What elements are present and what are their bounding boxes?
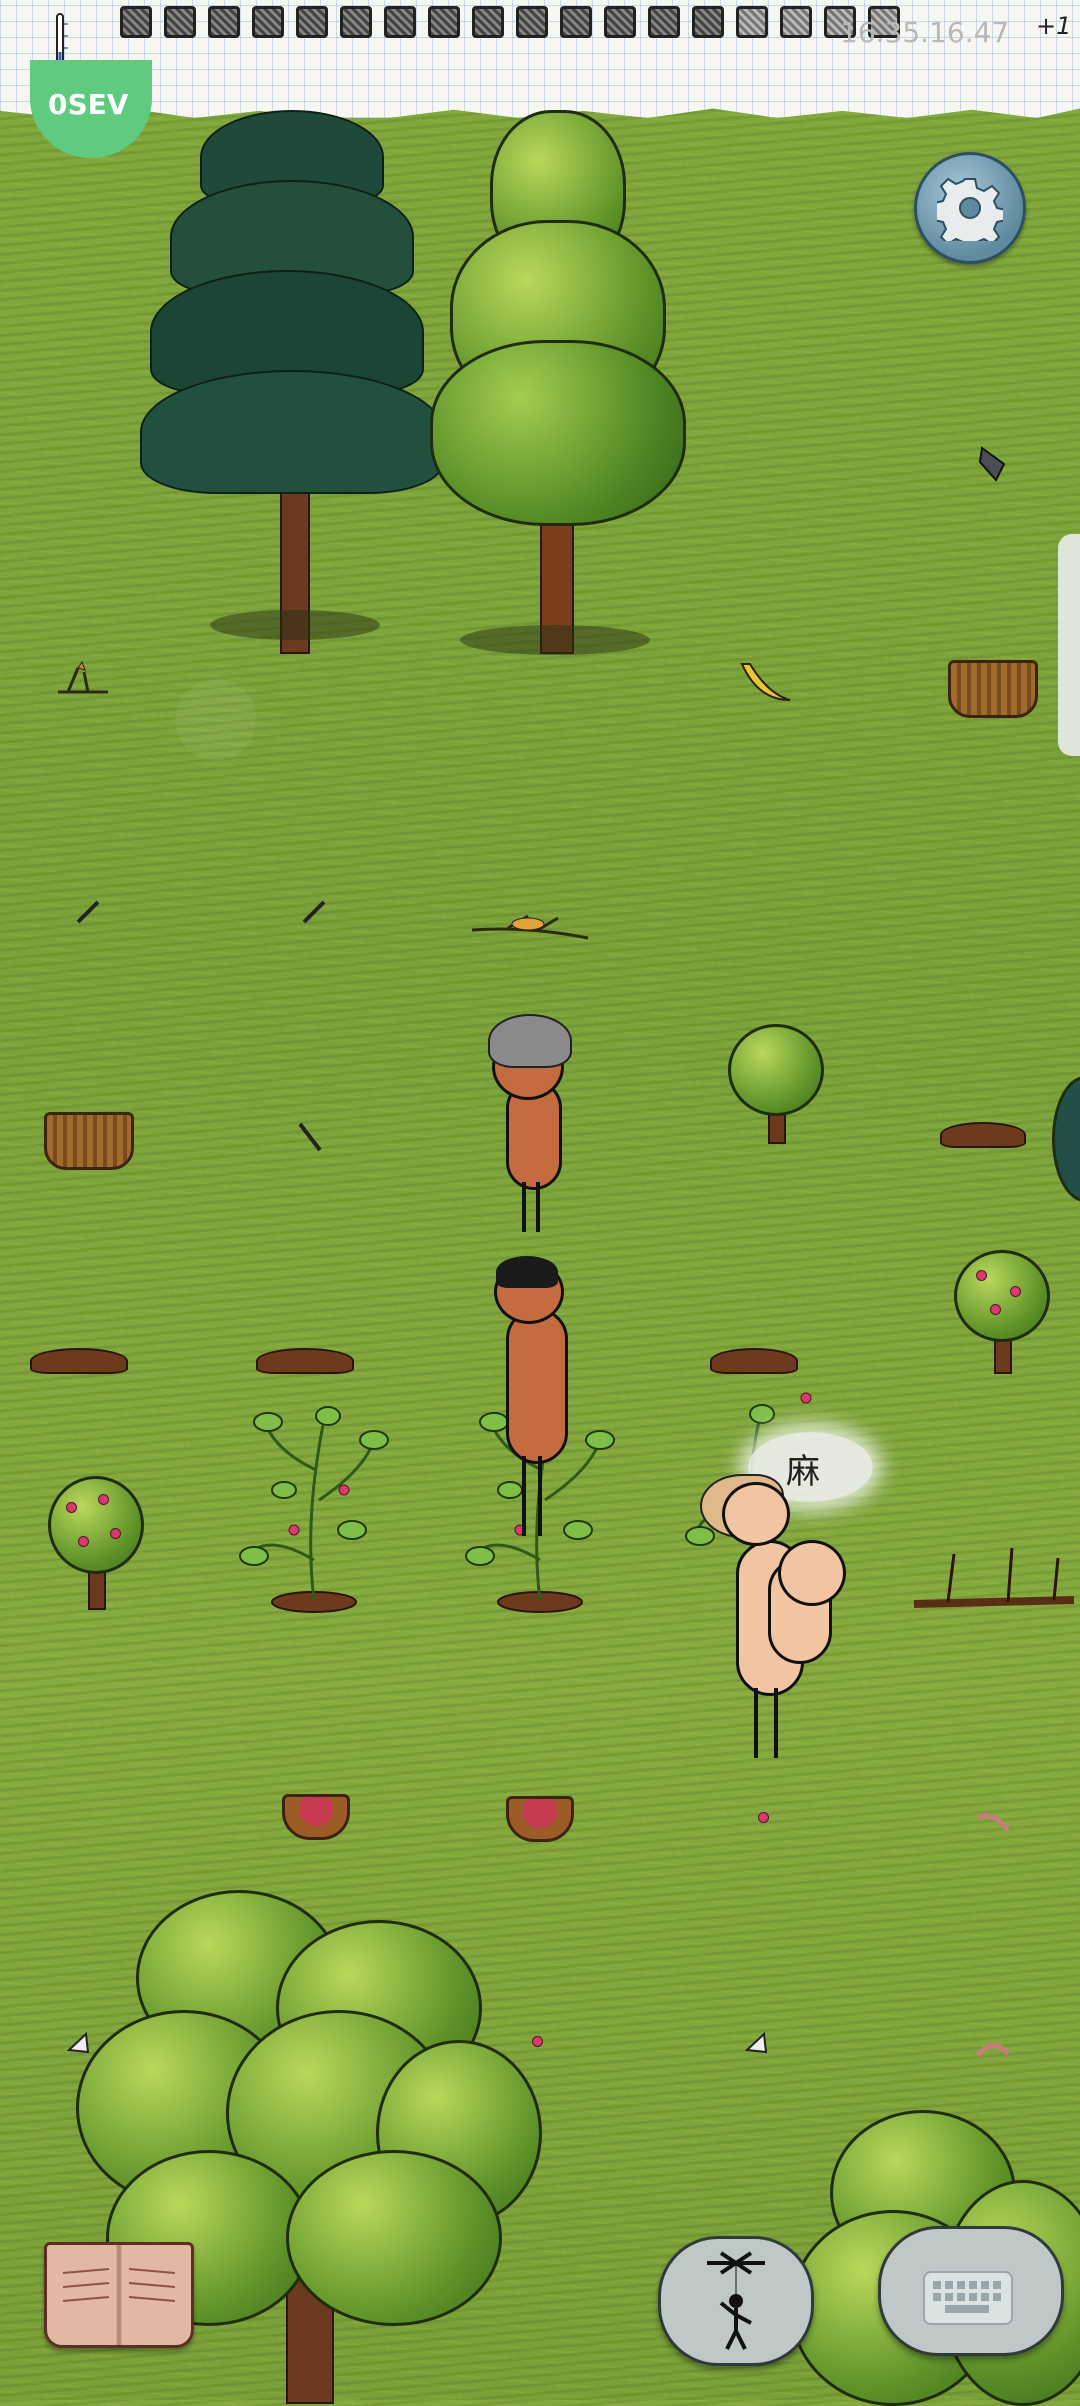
age-badge-text: 0SEV xyxy=(48,88,129,121)
player-mother[interactable] xyxy=(696,1470,856,1770)
food-pip xyxy=(384,6,416,38)
yum-bonus: +1 xyxy=(1036,12,1072,40)
food-meter-bar: 16.35.16.47 +1 xyxy=(0,0,1080,118)
berry-bowl[interactable] xyxy=(282,1794,350,1840)
food-pip-empty xyxy=(736,6,768,38)
hud-faded-text: 16.35.16.47 xyxy=(840,16,1010,49)
gooseberry-bush[interactable] xyxy=(946,1250,1056,1380)
food-pip xyxy=(472,6,504,38)
tech-tree-book-button[interactable] xyxy=(44,2242,194,2348)
gear-icon xyxy=(937,177,1003,241)
food-pip xyxy=(648,6,680,38)
food-pip xyxy=(208,6,240,38)
keyboard-button[interactable] xyxy=(878,2226,1064,2356)
berry-vine[interactable] xyxy=(224,1380,404,1620)
settings-button[interactable] xyxy=(914,152,1026,264)
food-pip xyxy=(296,6,328,38)
banana-item[interactable] xyxy=(738,660,794,708)
dirt-pile[interactable] xyxy=(30,1348,128,1374)
bush-edge[interactable] xyxy=(1052,1076,1080,1206)
berry-item[interactable] xyxy=(758,1812,769,1823)
child-villager[interactable] xyxy=(490,1256,580,1546)
food-pip xyxy=(516,6,548,38)
gooseberry-bush[interactable] xyxy=(40,1476,150,1616)
food-pip xyxy=(120,6,152,38)
food-pip xyxy=(560,6,592,38)
food-pip xyxy=(428,6,460,38)
poplar-tree[interactable] xyxy=(430,110,686,670)
dirt-pile[interactable] xyxy=(710,1348,798,1374)
basket[interactable] xyxy=(948,660,1038,718)
keyboard-icon xyxy=(923,2271,1013,2325)
age-badge: 0SEV xyxy=(30,60,152,158)
food-pip xyxy=(692,6,724,38)
book-icon xyxy=(62,2268,176,2302)
edge-panel-handle[interactable] xyxy=(1058,534,1080,756)
food-pip-empty xyxy=(780,6,812,38)
food-pip xyxy=(252,6,284,38)
carrot-item[interactable] xyxy=(300,896,330,926)
worm-item[interactable] xyxy=(974,1808,1014,1838)
berry-bowl[interactable] xyxy=(506,1796,574,1842)
flint-item[interactable] xyxy=(976,444,1010,484)
food-pip xyxy=(164,6,196,38)
dirt-pile[interactable] xyxy=(256,1348,354,1374)
food-pip xyxy=(340,6,372,38)
pine-tree[interactable] xyxy=(140,110,444,670)
worm-item[interactable] xyxy=(974,2034,1014,2064)
emote-button[interactable] xyxy=(658,2236,814,2366)
wild-carrot[interactable] xyxy=(468,908,592,948)
dirt-pile[interactable] xyxy=(940,1122,1026,1148)
carrot-item[interactable] xyxy=(74,896,104,926)
carrot-sprout[interactable] xyxy=(48,658,118,698)
food-pips xyxy=(120,6,900,38)
food-pip xyxy=(604,6,636,38)
carrot-item[interactable] xyxy=(296,1120,326,1156)
wooden-stakes[interactable] xyxy=(908,1544,1078,1614)
gooseberry-bush[interactable] xyxy=(720,1024,830,1154)
puppet-icon xyxy=(707,2251,765,2350)
elder-villager[interactable] xyxy=(488,1010,578,1240)
basket[interactable] xyxy=(44,1112,134,1170)
milkweed-item[interactable] xyxy=(744,2030,770,2056)
